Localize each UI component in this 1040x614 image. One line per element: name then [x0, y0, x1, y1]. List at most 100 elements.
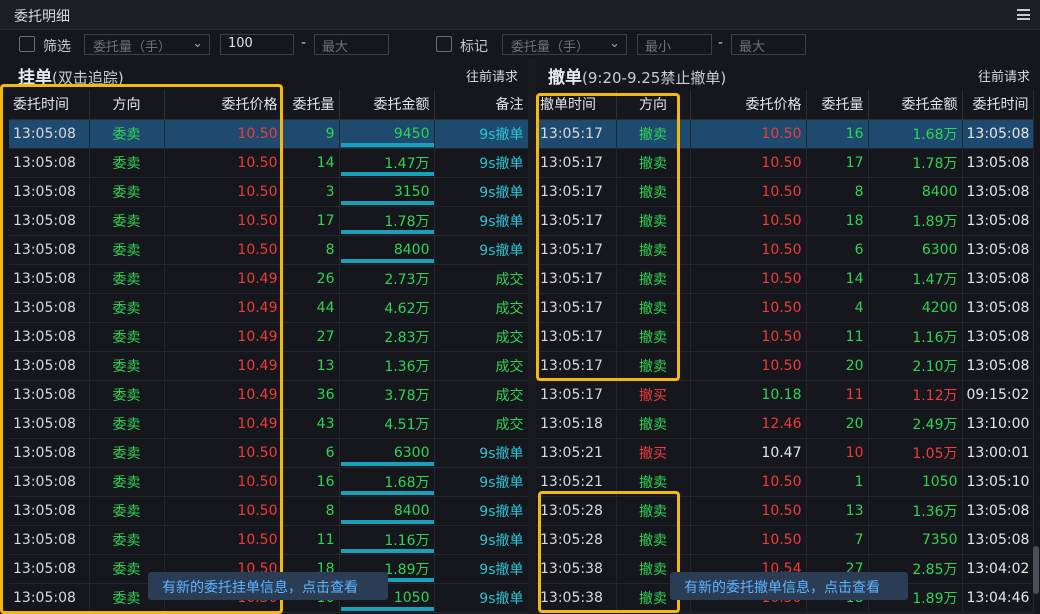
- amount-cell: 8400: [868, 177, 963, 207]
- cancel-time-cell: 13:05:17: [536, 351, 617, 381]
- cancelled-orders-panel: 撤单(9:20-9.25禁止撤单) 往前请求 撤单时间 方向 委托价格 委托量 …: [536, 59, 1040, 614]
- price-cell: 10.50: [690, 351, 807, 381]
- price-cell: 10.50: [690, 235, 807, 265]
- direction-cell: 委卖: [89, 235, 165, 265]
- table-row[interactable]: 13:05:28 撤卖 10.50 7 7350 13:05:08: [536, 525, 1034, 555]
- direction-cell: 撤卖: [616, 206, 691, 236]
- quantity-cell: 6: [282, 438, 340, 468]
- table-row[interactable]: 13:05:21 撤卖 10.50 1 1050 13:05:10: [536, 467, 1034, 497]
- table-row[interactable]: 13:05:08 委卖 10.50 8 8400 9s撤单: [9, 235, 529, 265]
- request-earlier-button[interactable]: 往前请求: [466, 66, 518, 85]
- price-cell: 10.49: [164, 264, 283, 294]
- cancel-time-cell: 13:05:17: [536, 235, 617, 265]
- filter-max-input[interactable]: 最大: [314, 34, 389, 55]
- mark-checkbox[interactable]: [436, 36, 452, 52]
- table-row[interactable]: 13:05:08 委卖 10.50 6 6300 9s撤单: [9, 438, 529, 468]
- quantity-cell: 20: [806, 351, 869, 381]
- direction-cell: 撤卖: [616, 235, 691, 265]
- filter-checkbox[interactable]: [19, 36, 35, 52]
- table-row[interactable]: 13:05:21 撤买 10.47 10 1.05万 13:00:01: [536, 438, 1034, 468]
- request-earlier-button[interactable]: 往前请求: [978, 66, 1030, 85]
- order-time-cell: 13:05:08: [9, 380, 90, 410]
- table-row[interactable]: 13:05:28 撤卖 10.50 13 1.36万 13:05:08: [536, 496, 1034, 526]
- range-separator: -: [718, 35, 724, 51]
- direction-cell: 委卖: [89, 438, 165, 468]
- amount-value: 9450: [393, 125, 430, 142]
- col-header-order-time[interactable]: 委托时间: [9, 90, 90, 120]
- filter-field-select[interactable]: 委托量（手） ⌄: [84, 34, 210, 55]
- menu-icon[interactable]: [1017, 9, 1030, 20]
- table-row[interactable]: 13:05:08 委卖 10.50 16 1.68万 9s撤单: [9, 467, 529, 497]
- panel-divider[interactable]: [528, 59, 536, 614]
- table-row[interactable]: 13:05:08 委卖 10.49 26 2.73万 成交: [9, 264, 529, 294]
- note-cell: 9s撤单: [434, 206, 529, 236]
- table-row[interactable]: 13:05:17 撤卖 10.50 20 2.10万 13:05:08: [536, 351, 1034, 381]
- direction-cell: 撤卖: [616, 264, 691, 294]
- new-pending-orders-toast[interactable]: 有新的委托挂单信息，点击查看: [148, 572, 388, 600]
- panel-title: 挂单: [18, 68, 52, 88]
- price-cell: 10.49: [164, 409, 283, 439]
- table-row[interactable]: 13:05:08 委卖 10.50 8 8400 9s撤单: [9, 496, 529, 526]
- col-header-amount[interactable]: 委托金额: [868, 90, 963, 120]
- mark-max-input[interactable]: 最大: [731, 34, 806, 55]
- direction-cell: 撤卖: [616, 496, 691, 526]
- mark-field-select[interactable]: 委托量（手） ⌄: [502, 34, 627, 55]
- filter-min-input[interactable]: 100: [220, 34, 294, 55]
- table-row[interactable]: 13:05:08 委卖 10.49 13 1.36万 成交: [9, 351, 529, 381]
- vertical-scrollbar[interactable]: [1033, 546, 1039, 594]
- amount-value: 4.62万: [384, 300, 430, 317]
- direction-cell: 委卖: [89, 496, 165, 526]
- quantity-cell: 44: [282, 293, 340, 323]
- order-time-cell: 13:05:08: [9, 206, 90, 236]
- direction-cell: 撤买: [616, 438, 691, 468]
- col-header-note[interactable]: 备注: [434, 90, 529, 120]
- table-row[interactable]: 13:05:17 撤卖 10.50 14 1.47万 13:05:08: [536, 264, 1034, 294]
- col-header-order-time[interactable]: 委托时间: [962, 90, 1034, 120]
- table-row[interactable]: 13:05:08 委卖 10.50 11 1.16万 9s撤单: [9, 525, 529, 555]
- direction-cell: 委卖: [89, 380, 165, 410]
- table-row[interactable]: 13:05:08 委卖 10.50 9 9450 9s撤单: [9, 119, 529, 149]
- table-row[interactable]: 13:05:17 撤卖 10.50 18 1.89万 13:05:08: [536, 206, 1034, 236]
- mark-min-input[interactable]: 最小: [637, 34, 712, 55]
- quantity-cell: 7: [806, 525, 869, 555]
- quantity-cell: 6: [806, 235, 869, 265]
- table-row[interactable]: 13:05:17 撤卖 10.50 8 8400 13:05:08: [536, 177, 1034, 207]
- table-row[interactable]: 13:05:17 撤卖 10.50 11 1.16万 13:05:08: [536, 322, 1034, 352]
- table-row[interactable]: 13:05:08 委卖 10.49 43 4.51万 成交: [9, 409, 529, 439]
- amount-cell: 1.36万: [339, 351, 435, 381]
- order-time-cell: 13:04:46: [962, 583, 1034, 613]
- col-header-amount[interactable]: 委托金额: [339, 90, 435, 120]
- amount-bar: [340, 461, 434, 466]
- table-row[interactable]: 13:05:08 委卖 10.49 44 4.62万 成交: [9, 293, 529, 323]
- table-row[interactable]: 13:05:17 撤卖 10.50 6 6300 13:05:08: [536, 235, 1034, 265]
- amount-bar: [340, 258, 434, 263]
- new-cancelled-orders-toast[interactable]: 有新的委托撤单信息，点击查看: [670, 572, 908, 600]
- amount-value: 1.47万: [384, 155, 430, 172]
- order-time-cell: 13:05:08: [962, 206, 1034, 236]
- table-row[interactable]: 13:05:17 撤卖 10.50 4 4200 13:05:08: [536, 293, 1034, 323]
- order-time-cell: 13:05:08: [962, 322, 1034, 352]
- amount-cell: 1.47万: [868, 264, 963, 294]
- quantity-cell: 26: [282, 264, 340, 294]
- table-row[interactable]: 13:05:08 委卖 10.50 14 1.47万 9s撤单: [9, 148, 529, 178]
- price-cell: 10.50: [164, 467, 283, 497]
- table-row[interactable]: 13:05:17 撤卖 10.50 17 1.78万 13:05:08: [536, 148, 1034, 178]
- order-time-cell: 13:05:10: [962, 467, 1034, 497]
- table-row[interactable]: 13:05:17 撤卖 10.50 16 1.68万 13:05:08: [536, 119, 1034, 149]
- table-row[interactable]: 13:05:08 委卖 10.50 17 1.78万 9s撤单: [9, 206, 529, 236]
- amount-value: 1.68万: [384, 474, 430, 491]
- table-row[interactable]: 13:05:17 撤买 10.18 11 1.12万 09:15:02: [536, 380, 1034, 410]
- col-header-price[interactable]: 委托价格: [690, 90, 807, 120]
- direction-cell: 撤卖: [616, 322, 691, 352]
- col-header-price[interactable]: 委托价格: [164, 90, 283, 120]
- table-row[interactable]: 13:05:18 撤卖 12.46 20 2.49万 13:10:00: [536, 409, 1034, 439]
- table-row[interactable]: 13:05:08 委卖 10.49 27 2.83万 成交: [9, 322, 529, 352]
- table-row[interactable]: 13:05:08 委卖 10.49 36 3.78万 成交: [9, 380, 529, 410]
- col-header-quantity[interactable]: 委托量: [282, 90, 340, 120]
- price-cell: 10.50: [690, 525, 807, 555]
- col-header-direction[interactable]: 方向: [89, 90, 165, 120]
- col-header-direction[interactable]: 方向: [616, 90, 691, 120]
- col-header-quantity[interactable]: 委托量: [806, 90, 869, 120]
- col-header-cancel-time[interactable]: 撤单时间: [536, 90, 617, 120]
- table-row[interactable]: 13:05:08 委卖 10.50 3 3150 9s撤单: [9, 177, 529, 207]
